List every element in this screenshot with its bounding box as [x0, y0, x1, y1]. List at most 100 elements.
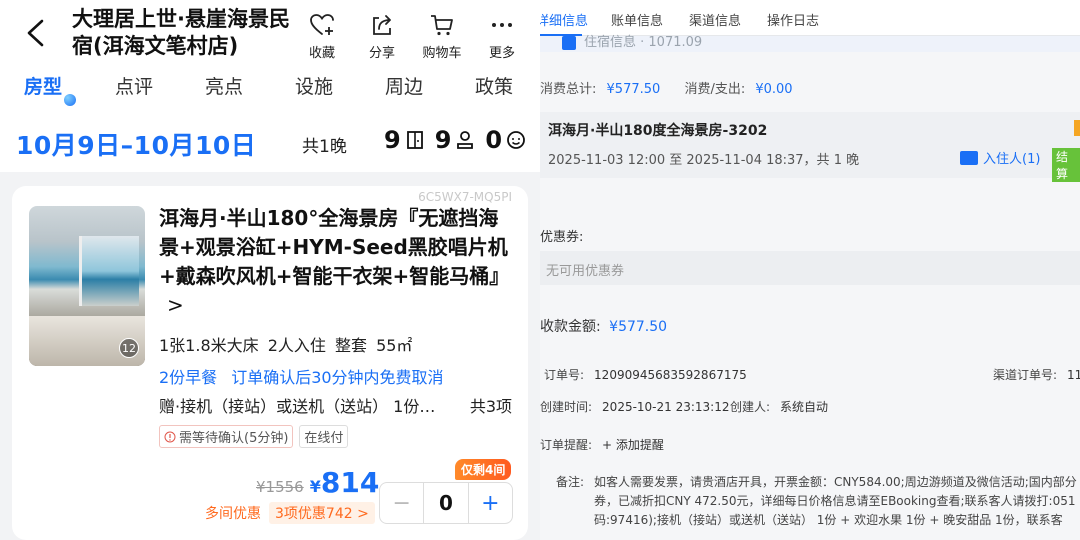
- room-title: 洱海月·半山180度全海景房-3202: [548, 123, 768, 139]
- guests-link[interactable]: 入住人(1): [960, 148, 1040, 167]
- creator: 创建人: 系统自动: [730, 398, 828, 415]
- more-button[interactable]: 更多: [482, 12, 522, 61]
- channel-order-label: 渠道订单号:: [993, 368, 1058, 382]
- tab-nearby[interactable]: 周边: [385, 72, 423, 99]
- section-tabs: 房型 点评 亮点 设施 周边 政策: [0, 72, 540, 108]
- creator-value: 系统自动: [780, 400, 829, 414]
- nights-count: 共1晚: [302, 137, 347, 157]
- tab-channel[interactable]: 渠道信息: [689, 10, 741, 29]
- coupon-placeholder: 无可用优惠券: [546, 264, 625, 279]
- share-icon: [373, 15, 391, 35]
- breakfast-info: 2份早餐: [159, 368, 218, 387]
- room-summary: 洱海月·半山180度全海景房-3202 2025-11-03 12:00 至 2…: [540, 112, 1080, 182]
- cart-icon: [431, 15, 453, 36]
- order-number-label: 订单号:: [544, 368, 585, 382]
- cart-button[interactable]: 购物车: [422, 12, 462, 61]
- room-dates: 2025-11-03 12:00 至 2025-11-04 18:37，共 1 …: [548, 153, 860, 168]
- room-specs: 1张1.8米大床 2人入住 整套 55㎡: [159, 336, 413, 355]
- room-status-marker: [1074, 120, 1080, 136]
- multi-room-discount-label: 多间优惠: [205, 506, 261, 522]
- reminder-label: 订单提醒:: [540, 438, 593, 452]
- confirmation-tag: 需等待确认(5分钟): [159, 425, 294, 448]
- tab-highlights[interactable]: 亮点: [205, 72, 243, 99]
- stay-dates[interactable]: 10月9日–10月10日: [16, 126, 256, 162]
- quantity-stepper: − 0 +: [379, 482, 513, 524]
- tab-facilities[interactable]: 设施: [295, 72, 333, 99]
- tab-reviews[interactable]: 点评: [115, 72, 153, 99]
- created-time: 创建时间: 2025-10-21 23:13:12: [540, 398, 730, 415]
- more-label: 更多: [488, 46, 515, 61]
- original-price: ¥1556: [256, 478, 304, 496]
- more-icon: [492, 23, 512, 27]
- mobile-hotel-room-page: 大理居上世·悬崖海景民宿(洱海文笔村店) 收藏 分享 购物车 更多 房型 点评 …: [0, 0, 540, 540]
- room-code: 6C5WX7-MQ5PI: [418, 190, 512, 204]
- payment-value: ¥577.50: [609, 319, 668, 335]
- increase-button[interactable]: +: [467, 483, 512, 523]
- order-reminder: 订单提醒: + 添加提醒: [540, 436, 664, 453]
- total-value: ¥577.50: [606, 82, 661, 97]
- room-tags: 需等待确认(5分钟) 在线付: [159, 425, 349, 448]
- adults-count: 9: [434, 126, 452, 154]
- currency-symbol: ¥: [309, 477, 321, 496]
- hotel-name: 大理居上世·悬崖海景民宿(洱海文笔村店): [72, 7, 290, 58]
- adult-icon: [457, 131, 474, 149]
- active-tab-indicator: [64, 94, 76, 106]
- header-actions: 收藏 分享 购物车 更多: [302, 12, 522, 61]
- tab-details[interactable]: 详细信息: [540, 10, 588, 29]
- current-price: 814: [320, 466, 380, 499]
- coupon-label: 优惠券:: [540, 230, 584, 245]
- coupon-select[interactable]: 无可用优惠券: [540, 251, 1080, 285]
- discount-details-button[interactable]: 3项优惠742 >: [269, 502, 375, 524]
- cancellation-info: 订单确认后30分钟内免费取消: [231, 368, 444, 387]
- children-count: 0: [485, 126, 503, 154]
- app-header: 大理居上世·悬崖海景民宿(洱海文笔村店) 收藏 分享 购物车 更多 房型 点评 …: [0, 0, 540, 172]
- total-label: 消费总计:: [540, 82, 597, 97]
- rooms-left-badge: 仅剩4间: [455, 459, 512, 480]
- decrease-button[interactable]: −: [380, 483, 425, 523]
- share-button[interactable]: 分享: [362, 12, 402, 61]
- order-number-value: 12090945683592867175: [594, 368, 747, 382]
- spend-value: ¥0.00: [755, 82, 793, 97]
- tab-billing[interactable]: 账单信息: [611, 10, 663, 29]
- add-reminder-button[interactable]: + 添加提醒: [602, 438, 664, 452]
- channel-order-value: 11: [1067, 368, 1080, 382]
- order-detail-panel: 详细信息 账单信息 渠道信息 操作日志 住宿信息 · 1071.09 消费总计:…: [540, 0, 1080, 540]
- room-name-text: 洱海月·半山180°全海景房『无遮挡海景+观景浴缸+HYM-Seed黑胶唱片机+…: [159, 206, 510, 288]
- share-label: 分享: [368, 46, 395, 61]
- favorite-button[interactable]: 收藏: [302, 12, 342, 61]
- room-policy: 2份早餐 订单确认后30分钟内免费取消: [159, 364, 444, 388]
- spend-label: 消费/支出:: [684, 82, 746, 97]
- stay-info-header: 住宿信息 · 1071.09: [540, 35, 1080, 52]
- remark-text: 如客人需要发票，请贵酒店开具，开票金额：CNY584.00;周边游频道及微信活动…: [594, 475, 1077, 527]
- id-card-icon: [960, 150, 978, 165]
- settle-button[interactable]: 结算: [1052, 148, 1080, 182]
- channel-order-number: 渠道订单号: 11: [993, 366, 1080, 383]
- room-door-icon: [406, 131, 423, 149]
- room-photo-window: [79, 236, 139, 306]
- bed-icon: [562, 36, 576, 50]
- price-row: ¥1556 ¥ 814: [256, 466, 379, 499]
- favorite-label: 收藏: [308, 46, 335, 61]
- room-gift: 赠·接机（接站）或送机（送站） 1份…: [159, 397, 436, 416]
- child-icon: [507, 131, 526, 149]
- online-pay-tag: 在线付: [299, 425, 349, 448]
- date-guest-bar[interactable]: 10月9日–10月10日 共1晚 9 9 0: [0, 120, 540, 164]
- quantity-value: 0: [439, 491, 453, 515]
- created-time-value: 2025-10-21 23:13:12: [602, 400, 730, 414]
- room-photo[interactable]: 12: [29, 206, 145, 366]
- tab-policies[interactable]: 政策: [475, 72, 513, 99]
- created-time-label: 创建时间:: [540, 400, 593, 414]
- confirmation-tag-text: 需等待确认(5分钟): [179, 431, 289, 446]
- discount-row: 多间优惠 3项优惠742 >: [205, 502, 375, 524]
- gift-total[interactable]: 共3项: [470, 393, 512, 417]
- info-icon: [164, 431, 176, 442]
- tab-operation-log[interactable]: 操作日志: [767, 10, 819, 29]
- tab-room-types[interactable]: 房型: [24, 72, 62, 99]
- guests-link-text: 入住人(1): [983, 152, 1041, 167]
- payment-label: 收款金额:: [540, 319, 601, 335]
- room-name[interactable]: 洱海月·半山180°全海景房『无遮挡海景+观景浴缸+HYM-Seed黑胶唱片机+…: [159, 204, 509, 320]
- photo-count-badge: 12: [119, 338, 139, 358]
- back-arrow-icon[interactable]: [22, 18, 50, 48]
- guest-selector[interactable]: 9 9 0: [384, 126, 532, 154]
- room-card[interactable]: 6C5WX7-MQ5PI 12 洱海月·半山180°全海景房『无遮挡海景+观景浴…: [12, 186, 528, 540]
